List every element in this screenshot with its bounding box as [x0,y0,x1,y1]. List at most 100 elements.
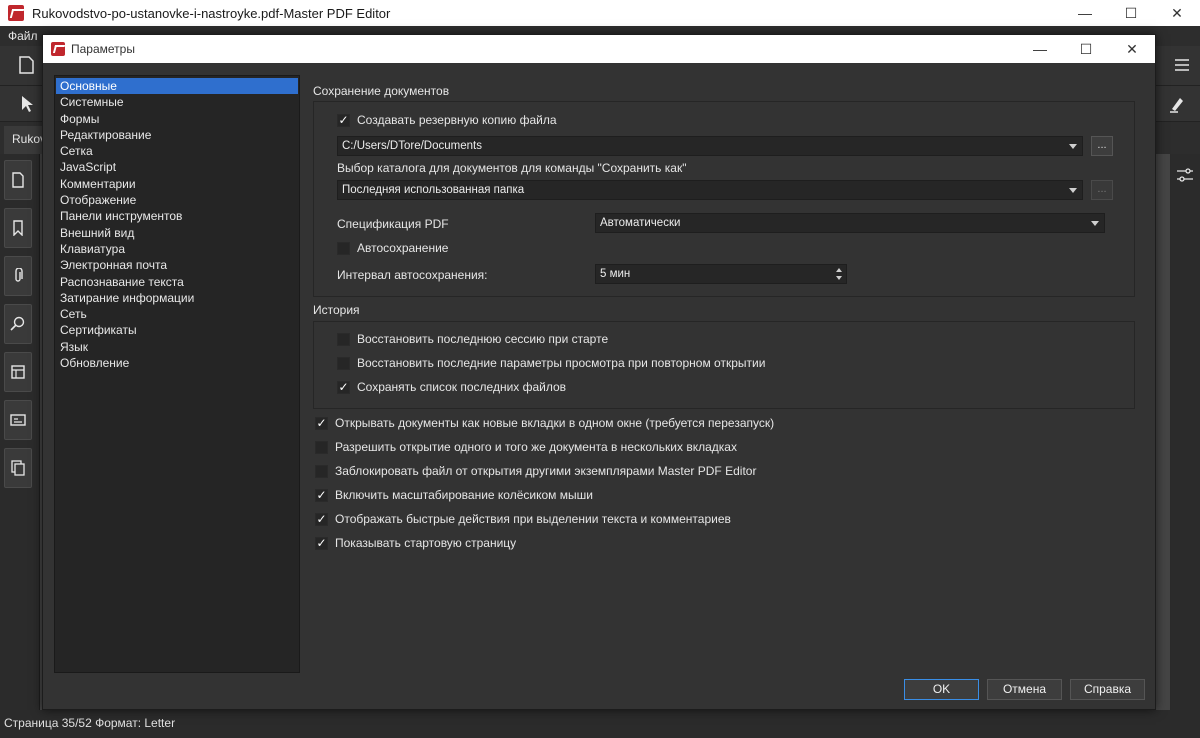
chevron-down-icon [1091,221,1099,226]
option-label: Сохранять список последних файлов [357,380,567,394]
backup-path-combo[interactable]: C:/Users/DTore/Documents [337,136,1083,156]
settings-category-item[interactable]: Формы [56,111,298,127]
settings-category-item[interactable]: Язык [56,339,298,355]
spin-up-icon[interactable] [834,266,844,274]
minimize-icon[interactable]: — [1062,0,1108,26]
settings-category-item[interactable]: Отображение [56,192,298,208]
bookmarks-panel-button[interactable] [4,208,32,248]
attachments-panel-button[interactable] [4,256,32,296]
autosave-label: Автосохранение [357,241,449,255]
hamburger-menu-icon[interactable] [1174,58,1190,72]
backup-path-value: C:/Users/DTore/Documents [342,140,482,152]
settings-category-item[interactable]: Системные [56,94,298,110]
dialog-titlebar: Параметры — ☐ ✕ [43,35,1155,63]
close-icon[interactable]: ✕ [1154,0,1200,26]
settings-category-item[interactable]: Сеть [56,306,298,322]
option-checkbox-row[interactable]: ✓ Сохранять список последних файлов [337,379,566,395]
autosave-interval-value: 5 мин [600,268,631,280]
option-checkbox[interactable]: ✓ [315,488,328,502]
id-card-icon [10,414,26,426]
backup-checkbox-row[interactable]: ✓ Создавать резервную копию файла [337,112,557,128]
select-arrow-icon[interactable] [20,95,34,113]
paperclip-icon [15,268,23,282]
dialog-close-icon[interactable]: ✕ [1109,35,1155,63]
dialog-title: Параметры [71,42,135,56]
page-icon [12,172,24,188]
settings-category-item[interactable]: Распознавание текста [56,274,298,290]
dialog-maximize-icon[interactable]: ☐ [1063,35,1109,63]
layers-icon [11,365,25,379]
option-checkbox-row[interactable]: Восстановить последнюю сессию при старте [337,331,608,347]
left-sidebar-rail [0,154,40,710]
option-checkbox[interactable] [337,332,350,346]
settings-category-item[interactable]: Электронная почта [56,257,298,273]
settings-category-item[interactable]: Сертификаты [56,322,298,338]
thumbnails-panel-button[interactable] [4,448,32,488]
option-label: Восстановить последнюю сессию при старте [357,332,609,346]
option-checkbox[interactable]: ✓ [337,380,350,394]
app-titlebar: Rukovodstvo-po-ustanovke-i-nastroyke.pdf… [0,0,1200,26]
search-icon [10,316,25,331]
settings-category-item[interactable]: JavaScript [56,159,298,175]
autosave-checkbox[interactable] [337,241,350,255]
document-tab[interactable]: Rukov [4,126,46,154]
settings-category-item[interactable]: Основные [56,78,298,95]
saveas-browse-button[interactable]: ... [1091,180,1113,200]
autosave-checkbox-row[interactable]: Автосохранение [337,240,448,256]
option-checkbox-row[interactable]: ✓ Открывать документы как новые вкладки в… [315,415,774,431]
backup-browse-button[interactable]: ... [1091,136,1113,156]
settings-category-item[interactable]: Обновление [56,355,298,371]
properties-sliders-icon[interactable] [1176,166,1194,184]
option-checkbox-row[interactable]: ✓ Включить масштабирование колёсиком мыши [315,487,593,503]
help-button[interactable]: Справка [1070,679,1145,700]
right-sidebar-rail [1170,154,1200,710]
pages-panel-button[interactable] [4,160,32,200]
highlighter-icon[interactable] [1168,95,1186,113]
save-section-title: Сохранение документов [313,84,450,98]
option-checkbox-row[interactable]: Разрешить открытие одного и того же доку… [315,439,737,455]
option-label: Отображать быстрые действия при выделени… [335,512,731,526]
settings-category-item[interactable]: Затирание информации [56,290,298,306]
dialog-window-controls: — ☐ ✕ [1017,35,1155,63]
ok-button[interactable]: OK [904,679,979,700]
option-checkbox-row[interactable]: Восстановить последние параметры просмот… [337,355,765,371]
settings-content: Сохранение документов ✓ Создавать резерв… [313,75,1143,675]
option-checkbox-row[interactable]: Заблокировать файл от открытия другими э… [315,463,756,479]
settings-category-item[interactable]: Комментарии [56,176,298,192]
copy-pages-icon [11,460,25,476]
backup-label: Создавать резервную копию файла [357,113,557,127]
layers-panel-button[interactable] [4,352,32,392]
settings-dialog: Параметры — ☐ ✕ Основные Системные Формы Ре… [42,34,1156,710]
settings-category-item[interactable]: Панели инструментов [56,208,298,224]
autosave-interval-label: Интервал автосохранения: [337,268,488,282]
option-label: Восстановить последние параметры просмот… [357,356,766,370]
app-logo-icon [8,5,24,21]
menu-file[interactable]: Файл [8,29,38,43]
autosave-interval-spinbox[interactable]: 5 мин [595,264,847,284]
status-bar: Страница 35/52 Формат: Letter [0,710,1200,738]
spin-down-icon[interactable] [834,274,844,282]
dialog-minimize-icon[interactable]: — [1017,35,1063,63]
new-document-icon[interactable] [18,56,34,74]
option-checkbox[interactable] [315,464,328,478]
option-checkbox[interactable] [337,356,350,370]
option-checkbox-row[interactable]: ✓ Показывать стартовую страницу [315,535,516,551]
backup-checkbox[interactable]: ✓ [337,113,350,127]
maximize-icon[interactable]: ☐ [1108,0,1154,26]
settings-category-item[interactable]: Внешний вид [56,225,298,241]
saveas-folder-combo[interactable]: Последняя использованная папка [337,180,1083,200]
search-panel-button[interactable] [4,304,32,344]
cancel-button[interactable]: Отмена [987,679,1062,700]
forms-panel-button[interactable] [4,400,32,440]
pdf-spec-label: Спецификация PDF [337,217,449,231]
settings-category-item[interactable]: Клавиатура [56,241,298,257]
option-label: Заблокировать файл от открытия другими э… [335,464,757,478]
pdf-spec-combo[interactable]: Автоматически [595,213,1105,233]
settings-category-item[interactable]: Сетка [56,143,298,159]
option-checkbox[interactable]: ✓ [315,536,328,550]
option-checkbox[interactable]: ✓ [315,512,328,526]
option-checkbox[interactable]: ✓ [315,416,328,430]
settings-category-item[interactable]: Редактирование [56,127,298,143]
option-checkbox-row[interactable]: ✓ Отображать быстрые действия при выделен… [315,511,731,527]
option-checkbox[interactable] [315,440,328,454]
